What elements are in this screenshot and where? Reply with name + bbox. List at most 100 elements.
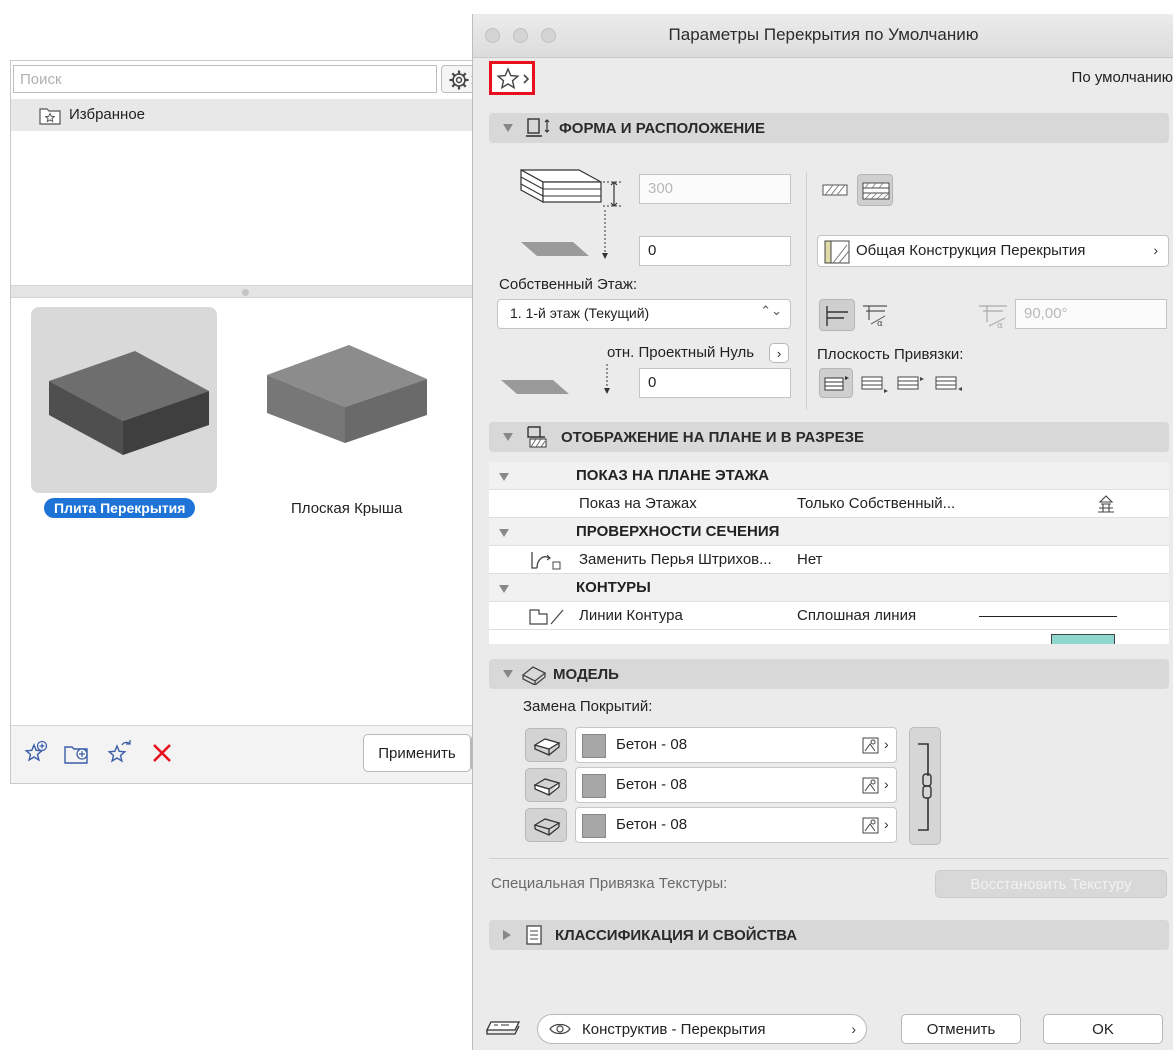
surface-picker-icon[interactable] xyxy=(862,817,880,835)
search-input[interactable] xyxy=(13,65,437,93)
composite-structure-button[interactable] xyxy=(857,174,893,206)
bottom-offset-input[interactable]: 0 xyxy=(639,368,791,398)
default-settings-label: По умолчанию xyxy=(1071,69,1173,86)
table-row[interactable]: Показ на Этажах Только Собственный... xyxy=(489,490,1169,518)
favorites-toolbar: Применить › xyxy=(11,725,483,783)
favorites-toggle-button[interactable] xyxy=(489,61,535,95)
layer-select[interactable]: Конструктив - Перекрытия › xyxy=(537,1014,867,1044)
bottom-surface-select[interactable]: Бетон - 08 › xyxy=(575,807,897,843)
story-stack-icon[interactable] xyxy=(1095,494,1117,514)
horizontal-slab-icon xyxy=(826,306,848,326)
composite-structure-icon xyxy=(862,182,890,200)
apply-button[interactable]: Применить xyxy=(363,734,471,772)
row-label: Показ на Этажах xyxy=(579,495,697,512)
section-display-title: ОТОБРАЖЕНИЕ НА ПЛАНЕ И В РАЗРЕЗЕ xyxy=(561,428,865,446)
link-surfaces-toggle[interactable] xyxy=(909,727,941,845)
sloped-slab-icon[interactable]: α xyxy=(861,302,891,328)
section-classification-header[interactable]: КЛАССИФИКАЦИЯ И СВОЙСТВА xyxy=(489,920,1169,950)
group-row-cut-surfaces[interactable]: ПРОВЕРХНОСТИ СЕЧЕНИЯ xyxy=(489,518,1169,546)
slab-preview-icon xyxy=(49,351,209,455)
group-label: КОНТУРЫ xyxy=(576,579,651,596)
title-bar[interactable]: Параметры Перекрытия по Умолчанию xyxy=(473,14,1173,58)
favorites-folder-label: Избранное xyxy=(69,106,146,123)
chevron-right-icon: › xyxy=(884,776,889,792)
slab-thickness-diagram xyxy=(520,168,623,259)
home-story-label: Собственный Этаж: xyxy=(499,276,638,293)
section-classification-title: КЛАССИФИКАЦИЯ И СВОЙСТВА xyxy=(555,926,798,944)
reset-texture-button[interactable]: Восстановить Текстуру xyxy=(935,870,1167,898)
delete-icon[interactable] xyxy=(151,742,173,764)
ok-button[interactable]: OK xyxy=(1043,1014,1163,1044)
section-model-header[interactable]: МОДЕЛЬ xyxy=(489,659,1169,689)
reference-core-bottom-icon[interactable] xyxy=(897,373,927,395)
collapse-triangle-icon xyxy=(503,124,513,132)
collapse-triangle-icon xyxy=(499,473,509,481)
top-surface-select[interactable]: Бетон - 08 › xyxy=(575,727,897,763)
column-divider xyxy=(806,172,807,410)
layer-icon xyxy=(485,1021,521,1035)
pen-color-swatch xyxy=(1051,634,1115,644)
reference-plane-label: Плоскость Привязки: xyxy=(817,346,964,363)
row-label: Заменить Перья Штрихов... xyxy=(579,551,772,568)
star-icon xyxy=(496,67,530,90)
group-label: ПРОВЕРХНОСТИ СЕЧЕНИЯ xyxy=(576,523,780,540)
collapse-triangle-icon xyxy=(503,433,513,441)
texture-alignment-label: Специальная Привязка Текстуры: xyxy=(491,875,728,892)
thickness-input[interactable]: 300 xyxy=(639,174,791,204)
cancel-button[interactable]: Отменить xyxy=(901,1014,1021,1044)
panel-splitter[interactable] xyxy=(11,285,483,298)
section-display-header[interactable]: ОТОБРАЖЕНИЕ НА ПЛАНЕ И В РАЗРЕЗЕ xyxy=(489,422,1169,452)
reference-bottom-icon[interactable] xyxy=(935,373,965,395)
chevron-right-icon: › xyxy=(1153,242,1158,258)
home-story-value: 1. 1-й этаж (Текущий) xyxy=(510,305,650,321)
surface-picker-icon[interactable] xyxy=(862,777,880,795)
side-surface-toggle[interactable] xyxy=(525,768,567,802)
table-row-partial xyxy=(489,630,1169,644)
surface-picker-icon[interactable] xyxy=(862,737,880,755)
divider xyxy=(489,858,1169,859)
splitter-handle[interactable] xyxy=(242,289,249,296)
updown-arrows-icon: ⌃⌄ xyxy=(760,303,782,318)
section-model-title: МОДЕЛЬ xyxy=(553,665,619,683)
apply-button-label: Применить xyxy=(378,744,456,762)
layer-value: Конструктив - Перекрытия xyxy=(582,1020,766,1038)
table-row[interactable]: Линии Контура Сплошная линия xyxy=(489,602,1169,630)
group-row-outlines[interactable]: КОНТУРЫ xyxy=(489,574,1169,602)
new-folder-icon[interactable] xyxy=(63,740,91,766)
reference-core-top-icon[interactable] xyxy=(861,373,889,395)
roof-preview-icon xyxy=(267,345,427,443)
pen-override-icon xyxy=(531,552,561,570)
favorite-label-slab[interactable]: Плита Перекрытия xyxy=(44,498,196,518)
favorite-thumbnail-roof[interactable] xyxy=(261,339,431,449)
group-row-floor-plan[interactable]: ПОКАЗ НА ПЛАНЕ ЭТАЖА xyxy=(489,462,1169,490)
add-favorite-icon[interactable] xyxy=(23,740,49,766)
side-surface-icon xyxy=(533,778,561,796)
section-geometry-header[interactable]: ФОРМА И РАСПОЛОЖЕНИЕ xyxy=(489,113,1169,143)
svg-text:α: α xyxy=(997,321,1003,330)
section-geometry-title: ФОРМА И РАСПОЛОЖЕНИЕ xyxy=(559,119,765,137)
slope-horizontal-button[interactable] xyxy=(819,299,855,331)
reference-plane-top-button[interactable] xyxy=(819,368,853,398)
bottom-surface-toggle[interactable] xyxy=(525,808,567,842)
top-surface-toggle[interactable] xyxy=(525,728,567,762)
collapse-triangle-icon xyxy=(499,529,509,537)
favorite-label-roof[interactable]: Плоская Крыша xyxy=(291,500,402,517)
reset-texture-label: Восстановить Текстуру xyxy=(970,875,1132,893)
top-offset-input[interactable]: 0 xyxy=(639,236,791,266)
surface-name: Бетон - 08 xyxy=(616,776,688,793)
structure-select[interactable]: Общая Конструкция Перекрытия › xyxy=(817,235,1169,267)
reference-options-button[interactable]: › xyxy=(769,343,789,363)
slab-geometry-icon xyxy=(526,118,550,137)
basic-structure-icon[interactable] xyxy=(821,179,849,201)
slope-angle-input[interactable]: 90,00° xyxy=(1015,299,1167,329)
home-story-select[interactable]: 1. 1-й этаж (Текущий) ⌃⌄ xyxy=(497,299,791,329)
row-value: Нет xyxy=(797,551,823,568)
bottom-surface-icon xyxy=(533,818,561,836)
collapse-triangle-icon xyxy=(499,585,509,593)
update-favorite-icon[interactable] xyxy=(105,738,133,766)
favorite-thumbnail-slab[interactable] xyxy=(31,307,217,493)
table-row[interactable]: Заменить Перья Штрихов... Нет xyxy=(489,546,1169,574)
side-surface-select[interactable]: Бетон - 08 › xyxy=(575,767,897,803)
favorites-folder-row[interactable]: Избранное xyxy=(11,99,483,131)
collapse-triangle-icon xyxy=(503,670,513,678)
